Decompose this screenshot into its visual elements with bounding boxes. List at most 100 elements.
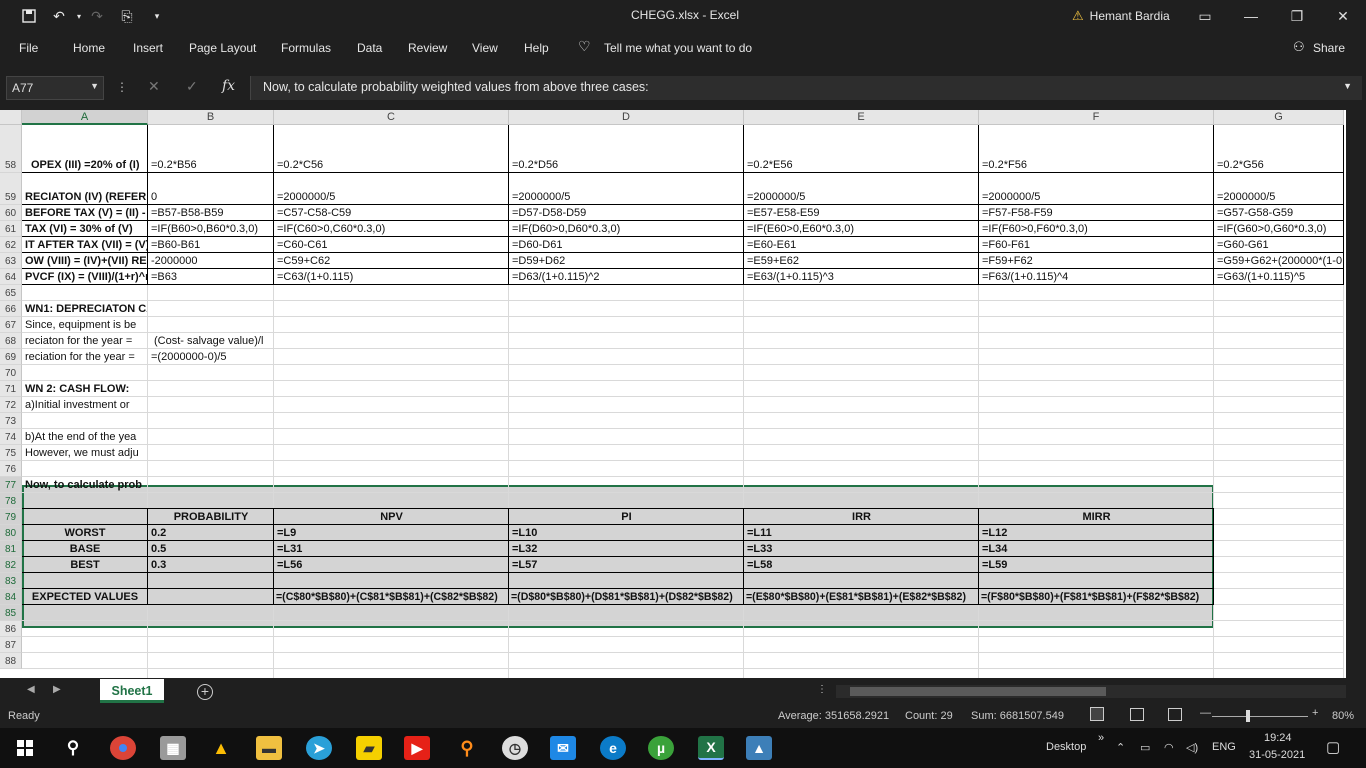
cell-b59[interactable]: 0 bbox=[149, 191, 273, 204]
row-header-75[interactable]: 75 bbox=[0, 445, 22, 461]
row-header-70[interactable]: 70 bbox=[0, 365, 22, 381]
save-icon[interactable] bbox=[18, 7, 40, 25]
network-icon[interactable]: ◠ bbox=[1164, 741, 1174, 754]
zoom-level[interactable]: 80% bbox=[1332, 710, 1354, 722]
cell-b58[interactable]: =0.2*B56 bbox=[149, 159, 273, 172]
cell-a81[interactable]: BASE bbox=[23, 543, 147, 556]
ribbon-display-icon[interactable]: ▭ bbox=[1182, 5, 1228, 27]
cell-b80[interactable]: 0.2 bbox=[149, 527, 273, 540]
row-header-81[interactable]: 81 bbox=[0, 541, 22, 557]
cell-b63[interactable]: -2000000 bbox=[149, 255, 273, 268]
cell-a74[interactable]: b)At the end of the yea bbox=[23, 431, 147, 444]
cell-c82[interactable]: =L56 bbox=[275, 559, 508, 572]
row-header-78[interactable]: 78 bbox=[0, 493, 22, 509]
telegram-icon[interactable]: ➤ bbox=[306, 736, 332, 760]
row-header-87[interactable]: 87 bbox=[0, 637, 22, 653]
excel-taskbar-icon[interactable]: X bbox=[698, 736, 724, 760]
column-header-c[interactable]: C bbox=[274, 110, 509, 125]
cell-a69[interactable]: reciation for the year = bbox=[23, 351, 147, 364]
cell-a72[interactable]: a)Initial investment or bbox=[23, 399, 147, 412]
redo-icon[interactable]: ↷ bbox=[86, 7, 108, 25]
row-header-62[interactable]: 62 bbox=[0, 237, 22, 253]
language-indicator[interactable]: ENG bbox=[1212, 741, 1236, 753]
more-options-icon[interactable]: ⋮ bbox=[116, 80, 128, 94]
zoom-slider-thumb[interactable] bbox=[1246, 710, 1250, 722]
row-header-64[interactable]: 64 bbox=[0, 269, 22, 285]
chrome-icon[interactable] bbox=[110, 736, 136, 760]
cell-c60[interactable]: =C57-C58-C59 bbox=[275, 207, 508, 220]
cell-a68[interactable]: reciaton for the year = bbox=[23, 335, 147, 348]
cell-a62[interactable]: IT AFTER TAX (VII) = (V) bbox=[23, 239, 147, 252]
cell-d84[interactable]: =(D$80*$B$80)+(D$81*$B$81)+(D$82*$B$82) bbox=[510, 591, 743, 604]
cell-d80[interactable]: =L10 bbox=[510, 527, 743, 540]
cell-b82[interactable]: 0.3 bbox=[149, 559, 273, 572]
row-header-84[interactable]: 84 bbox=[0, 589, 22, 605]
enter-icon[interactable]: ✓ bbox=[186, 78, 198, 95]
cell-g61[interactable]: =IF(G60>0,G60*0.3,0) bbox=[1215, 223, 1343, 236]
cell-a80[interactable]: WORST bbox=[23, 527, 147, 540]
cell-g62[interactable]: =G60-G61 bbox=[1215, 239, 1343, 252]
clock-date[interactable]: 31-05-2021 bbox=[1249, 749, 1305, 761]
column-header-f[interactable]: F bbox=[979, 110, 1214, 125]
cell-c61[interactable]: =IF(C60>0,C60*0.3,0) bbox=[275, 223, 508, 236]
row-header-79[interactable]: 79 bbox=[0, 509, 22, 525]
cell-a60[interactable]: BEFORE TAX (V) = (II) - ( bbox=[23, 207, 147, 220]
row-header-65[interactable]: 65 bbox=[0, 285, 22, 301]
cell-b61[interactable]: =IF(B60>0,B60*0.3,0) bbox=[149, 223, 273, 236]
cell-a66[interactable]: WN1: DEPRECIATON CA bbox=[23, 303, 147, 316]
calculator-icon[interactable]: ▦ bbox=[160, 736, 186, 760]
add-sheet-icon[interactable]: + bbox=[197, 684, 213, 700]
column-header-e[interactable]: E bbox=[744, 110, 979, 125]
select-all-corner[interactable] bbox=[0, 110, 22, 125]
mail-icon[interactable]: ✉ bbox=[550, 736, 576, 760]
row-header-60[interactable]: 60 bbox=[0, 205, 22, 221]
cell-g63[interactable]: =G59+G62+(200000*(1-0. bbox=[1215, 255, 1343, 268]
cell-c58[interactable]: =0.2*C56 bbox=[275, 159, 508, 172]
cell-g64[interactable]: =G63/(1+0.115)^5 bbox=[1215, 271, 1343, 284]
photos-icon[interactable]: ▲ bbox=[746, 736, 772, 760]
cell-d79[interactable]: PI bbox=[510, 511, 743, 524]
row-header-61[interactable]: 61 bbox=[0, 221, 22, 237]
user-account[interactable]: ⚠ Hemant Bardia bbox=[1072, 8, 1170, 24]
cell-f79[interactable]: MIRR bbox=[980, 511, 1213, 524]
cell-c63[interactable]: =C59+C62 bbox=[275, 255, 508, 268]
cell-e81[interactable]: =L33 bbox=[745, 543, 978, 556]
cell-e58[interactable]: =0.2*E56 bbox=[745, 159, 978, 172]
row-header-69[interactable]: 69 bbox=[0, 349, 22, 365]
clock-icon[interactable]: ◷ bbox=[502, 736, 528, 760]
tab-insert[interactable]: Insert bbox=[133, 41, 163, 55]
tab-formulas[interactable]: Formulas bbox=[281, 41, 331, 55]
cell-a77[interactable]: Now, to calculate prob bbox=[23, 479, 147, 492]
sticky-notes-icon[interactable]: ▰ bbox=[356, 736, 382, 760]
cell-g60[interactable]: =G57-G58-G59 bbox=[1215, 207, 1343, 220]
expand-formula-icon[interactable]: ▼ bbox=[1343, 81, 1352, 91]
column-header-a[interactable]: A bbox=[22, 110, 148, 125]
close-button[interactable]: ✕ bbox=[1320, 5, 1366, 27]
row-header-74[interactable]: 74 bbox=[0, 429, 22, 445]
row-header-80[interactable]: 80 bbox=[0, 525, 22, 541]
name-box[interactable]: A77 ▼ bbox=[6, 76, 104, 100]
cell-g58[interactable]: =0.2*G56 bbox=[1215, 159, 1343, 172]
column-header-b[interactable]: B bbox=[148, 110, 274, 125]
zoom-in-icon[interactable]: + bbox=[1312, 707, 1318, 719]
cell-d60[interactable]: =D57-D58-D59 bbox=[510, 207, 743, 220]
row-header-58[interactable]: 58 bbox=[0, 125, 22, 173]
cell-d82[interactable]: =L57 bbox=[510, 559, 743, 572]
row-header-68[interactable]: 68 bbox=[0, 333, 22, 349]
cell-c59[interactable]: =2000000/5 bbox=[275, 191, 508, 204]
cell-f58[interactable]: =0.2*F56 bbox=[980, 159, 1213, 172]
format-painter-icon[interactable]: ⎘ bbox=[116, 7, 138, 25]
cell-d63[interactable]: =D59+D62 bbox=[510, 255, 743, 268]
cell-d61[interactable]: =IF(D60>0,D60*0.3,0) bbox=[510, 223, 743, 236]
cell-a71[interactable]: WN 2: CASH FLOW: bbox=[23, 383, 147, 396]
youtube-icon[interactable]: ▶ bbox=[404, 736, 430, 760]
insert-function-icon[interactable]: fx bbox=[222, 78, 235, 94]
cell-f82[interactable]: =L59 bbox=[980, 559, 1213, 572]
cell-b81[interactable]: 0.5 bbox=[149, 543, 273, 556]
tab-review[interactable]: Review bbox=[408, 41, 447, 55]
cell-f84[interactable]: =(F$80*$B$80)+(F$81*$B$81)+(F$82*$B$82) bbox=[980, 591, 1213, 604]
tab-view[interactable]: View bbox=[472, 41, 498, 55]
customize-qat-icon[interactable]: ▾ bbox=[146, 7, 168, 25]
page-break-view-icon[interactable] bbox=[1168, 708, 1182, 721]
undo-icon[interactable]: ↶ bbox=[48, 7, 70, 25]
